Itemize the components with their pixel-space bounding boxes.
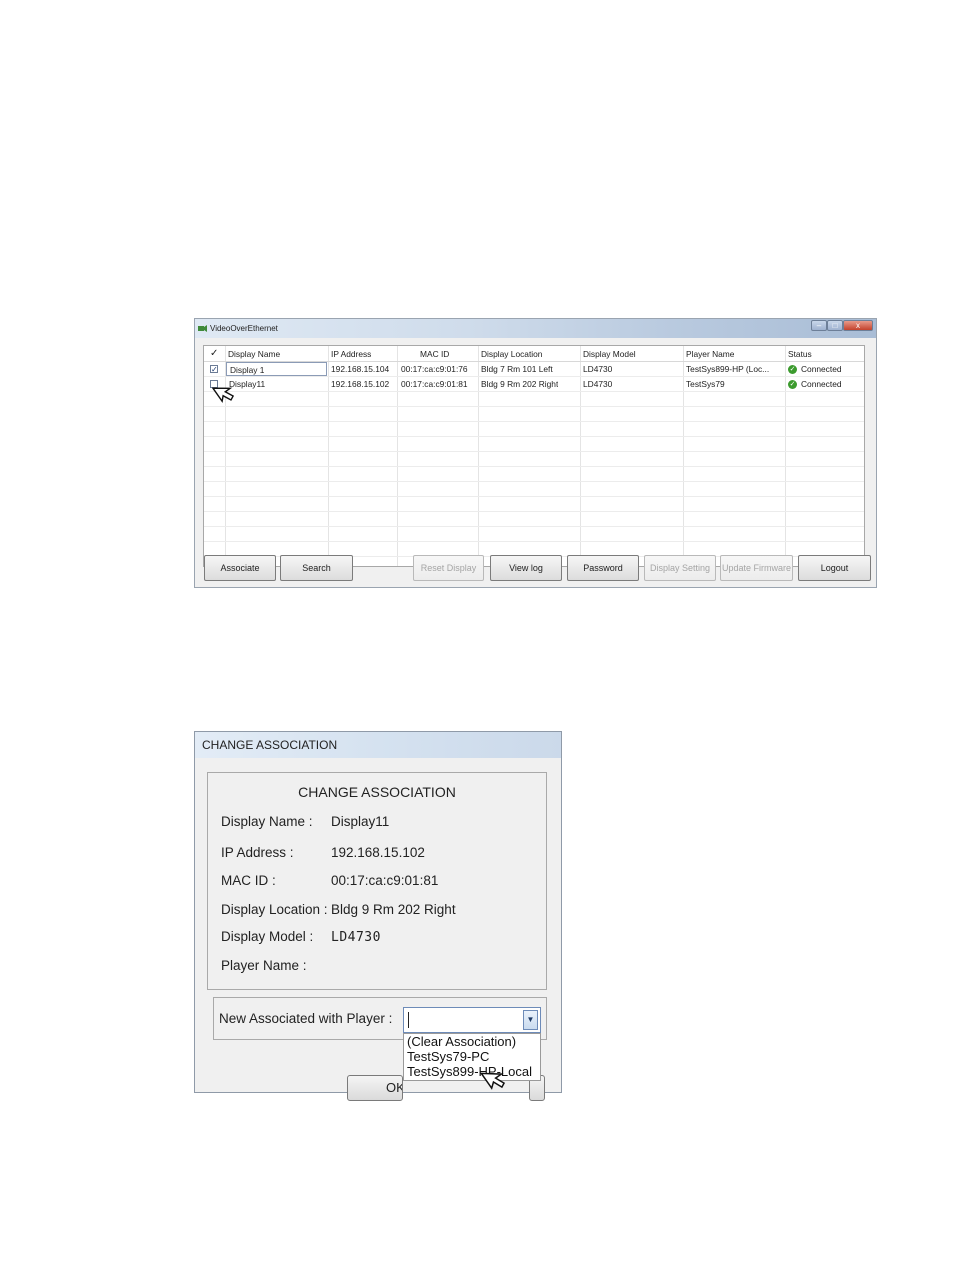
mac-id-cell: 00:17:ca:c9:01:76 xyxy=(401,364,468,374)
column-header-mac-id[interactable]: MAC ID xyxy=(420,348,449,360)
display-location-cell: Bldg 7 Rm 101 Left xyxy=(481,364,553,374)
display-model-cell: LD4730 xyxy=(583,379,613,389)
change-association-dialog: CHANGE ASSOCIATION CHANGE ASSOCIATION Di… xyxy=(194,731,562,1101)
check-icon: ✓ xyxy=(788,380,797,389)
column-header-ip-address[interactable]: IP Address xyxy=(331,348,371,360)
display-table: ✓ Display Name IP Address MAC ID Display… xyxy=(203,345,865,567)
mac-id-label: MAC ID : xyxy=(221,873,276,888)
dropdown-option[interactable]: TestSys79-PC xyxy=(407,1049,489,1064)
minimize-button[interactable]: – xyxy=(811,320,827,331)
status-cell: Connected xyxy=(801,379,842,389)
mac-id-value: 00:17:ca:c9:01:81 xyxy=(331,873,439,888)
table-row[interactable]: ✓ Display 1 192.168.15.104 00:17:ca:c9:0… xyxy=(204,362,864,377)
dialog-title: CHANGE ASSOCIATION xyxy=(202,738,338,752)
display-location-value: Bldg 9 Rm 202 Right xyxy=(331,902,456,917)
display-location-label: Display Location : xyxy=(221,902,328,917)
check-icon: ✓ xyxy=(788,365,797,374)
app-icon xyxy=(198,325,207,332)
close-button[interactable]: x xyxy=(843,320,873,331)
video-over-ethernet-window: VideoOverEthernet – □ x ✓ Display Name I… xyxy=(194,318,877,588)
window-title: VideoOverEthernet xyxy=(210,324,278,333)
display-info-group: CHANGE ASSOCIATION Display Name : Displa… xyxy=(207,772,547,990)
associate-button[interactable]: Associate xyxy=(204,555,276,581)
title-bar[interactable]: VideoOverEthernet – □ x xyxy=(195,319,876,338)
arrow-cursor-icon xyxy=(479,1072,506,1090)
view-log-button[interactable]: View log xyxy=(490,555,562,581)
chevron-down-icon[interactable]: ▼ xyxy=(523,1010,538,1030)
player-name-cell: TestSys899-HP (Loc... xyxy=(686,364,770,374)
password-button[interactable]: Password xyxy=(567,555,639,581)
ip-address-cell: 192.168.15.102 xyxy=(331,379,390,389)
display-location-cell: Bldg 9 Rm 202 Right xyxy=(481,379,559,389)
dropdown-option[interactable]: (Clear Association) xyxy=(407,1034,516,1049)
ip-address-value: 192.168.15.102 xyxy=(331,845,425,860)
row-checkbox[interactable]: ✓ xyxy=(210,365,218,374)
arrow-cursor-icon xyxy=(212,387,235,404)
display-name-cell[interactable]: Display 1 xyxy=(226,362,327,376)
player-select[interactable]: ▼ xyxy=(403,1007,541,1033)
player-name-label: Player Name : xyxy=(221,958,307,973)
logout-button[interactable]: Logout xyxy=(798,555,871,581)
column-header-check[interactable]: ✓ xyxy=(210,348,218,360)
display-model-cell: LD4730 xyxy=(583,364,613,374)
text-caret xyxy=(408,1012,409,1028)
dialog-heading: CHANGE ASSOCIATION xyxy=(298,784,456,800)
dropdown-option[interactable]: TestSys899-HP-Local xyxy=(407,1064,532,1079)
dialog-title-bar[interactable]: CHANGE ASSOCIATION xyxy=(195,732,561,758)
reset-display-button[interactable]: Reset Display xyxy=(413,555,484,581)
ok-button[interactable]: OK xyxy=(347,1075,403,1101)
player-dropdown-list: (Clear Association) TestSys79-PC TestSys… xyxy=(403,1033,541,1081)
display-model-label: Display Model : xyxy=(221,929,314,944)
column-header-display-model[interactable]: Display Model xyxy=(583,348,636,360)
maximize-button[interactable]: □ xyxy=(827,320,843,331)
column-header-display-name[interactable]: Display Name xyxy=(228,348,280,360)
display-setting-button[interactable]: Display Setting xyxy=(644,555,716,581)
new-player-label: New Associated with Player : xyxy=(219,1011,393,1026)
mac-id-cell: 00:17:ca:c9:01:81 xyxy=(401,379,468,389)
dialog-body: CHANGE ASSOCIATION Display Name : Displa… xyxy=(203,758,553,1101)
display-name-label: Display Name : xyxy=(221,814,313,829)
search-button[interactable]: Search xyxy=(280,555,353,581)
table-row[interactable]: Display11 192.168.15.102 00:17:ca:c9:01:… xyxy=(204,377,864,392)
ip-address-label: IP Address : xyxy=(221,845,294,860)
column-header-player-name[interactable]: Player Name xyxy=(686,348,734,360)
player-name-cell: TestSys79 xyxy=(686,379,725,389)
ip-address-cell: 192.168.15.104 xyxy=(331,364,390,374)
status-cell: Connected xyxy=(801,364,842,374)
column-header-display-location[interactable]: Display Location xyxy=(481,348,542,360)
update-firmware-button[interactable]: Update Firmware xyxy=(720,555,793,581)
column-header-status[interactable]: Status xyxy=(788,348,812,360)
display-model-value: LD4730 xyxy=(331,930,381,945)
display-name-value: Display11 xyxy=(331,814,390,829)
